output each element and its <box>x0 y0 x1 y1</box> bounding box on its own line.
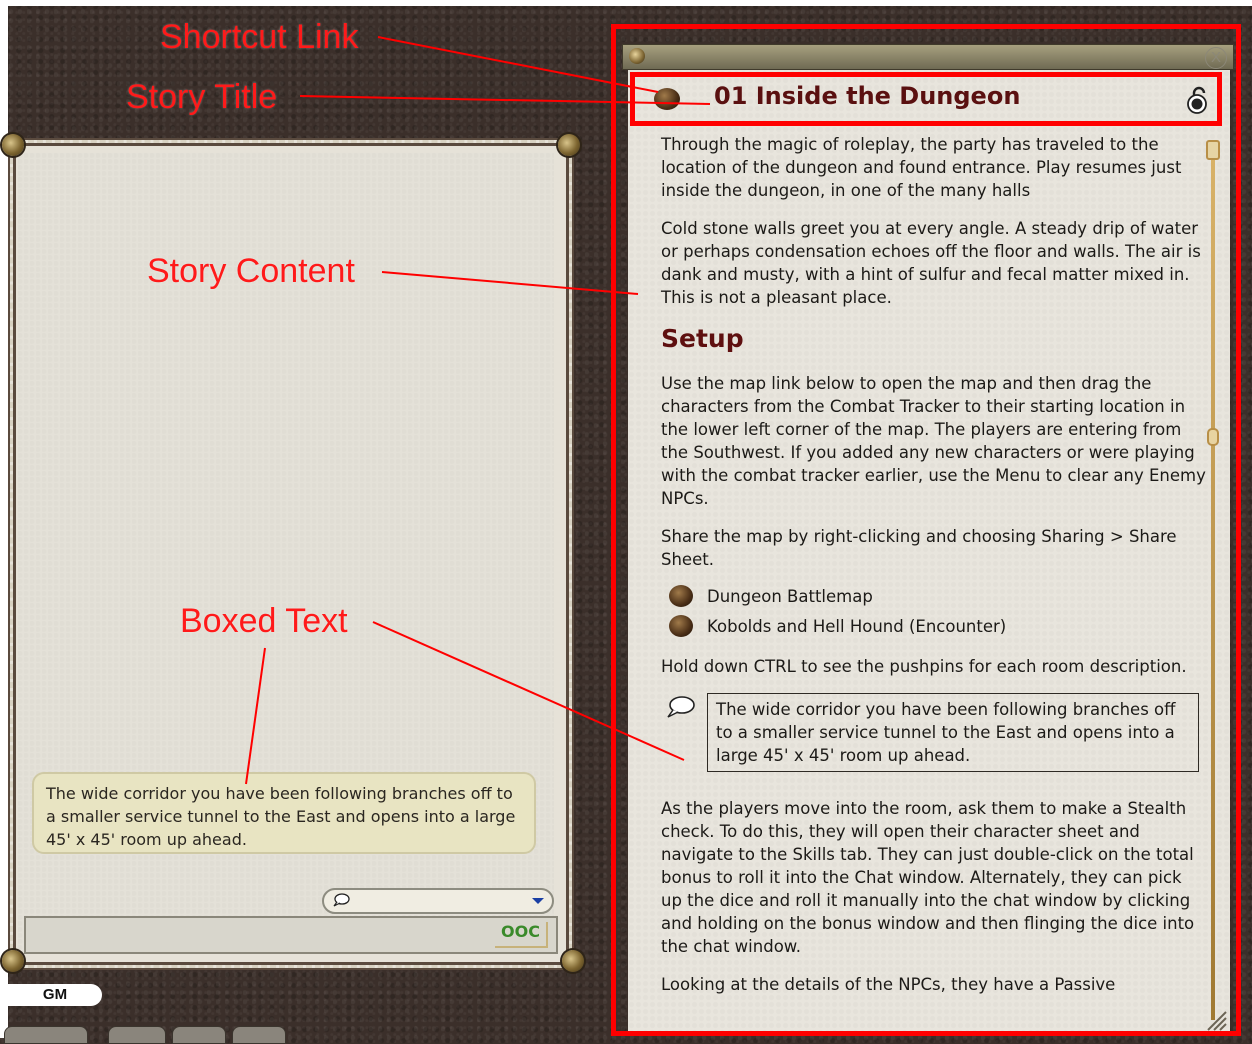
ooc-toggle-button[interactable]: OOC <box>495 922 548 948</box>
chat-mode-select[interactable] <box>322 888 554 914</box>
toolbar-button[interactable] <box>108 1026 166 1044</box>
top-border <box>0 0 1252 6</box>
annotation-story-content: Story Content <box>147 252 355 290</box>
toolbar-button[interactable] <box>4 1026 88 1044</box>
rivet-icon <box>2 950 24 972</box>
chat-boxed-message: The wide corridor you have been followin… <box>32 772 536 854</box>
speech-bubble-icon <box>333 893 350 907</box>
story-window-highlight <box>611 24 1241 1036</box>
rivet-icon <box>2 134 24 156</box>
annotation-shortcut-link: Shortcut Link <box>160 18 359 56</box>
gm-identity-tab[interactable]: GM <box>8 984 102 1006</box>
rivet-icon <box>558 134 580 156</box>
toolbar-button[interactable] <box>232 1026 286 1044</box>
chevron-down-icon <box>532 898 544 904</box>
toolbar-button[interactable] <box>172 1026 226 1044</box>
annotation-story-title: Story Title <box>126 78 278 116</box>
bottom-toolbar <box>0 1018 600 1044</box>
rivet-icon <box>562 950 584 972</box>
annotation-boxed-text: Boxed Text <box>180 602 348 640</box>
chat-entry-field[interactable]: OOC <box>24 916 558 954</box>
left-border <box>0 0 8 1038</box>
